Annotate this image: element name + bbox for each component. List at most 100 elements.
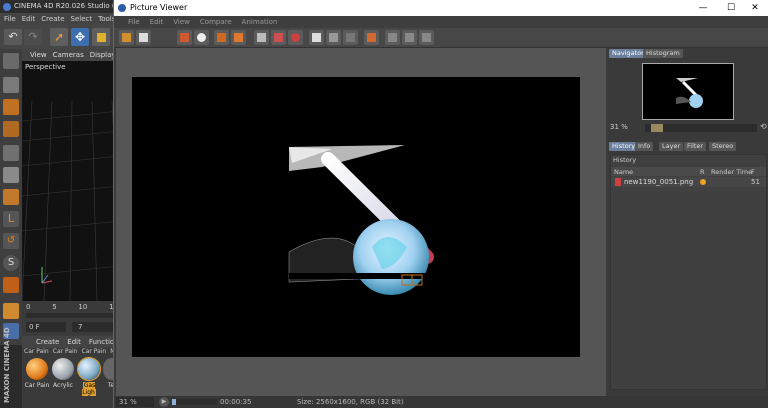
undo-icon[interactable]: ↶ bbox=[4, 29, 22, 45]
c4d-menu-create[interactable]: Create bbox=[41, 13, 64, 25]
render-region-icon[interactable] bbox=[177, 30, 192, 45]
material-menu-create[interactable]: Create bbox=[36, 336, 59, 348]
move-tool-icon[interactable]: ✥ bbox=[71, 28, 89, 46]
layout-icon[interactable] bbox=[419, 30, 434, 45]
open-icon[interactable] bbox=[119, 30, 134, 45]
col-render-time: Render Time bbox=[711, 168, 753, 176]
tab-filter[interactable]: Filter bbox=[684, 142, 707, 151]
checker-icon[interactable] bbox=[3, 121, 19, 137]
material-gas-light[interactable]: Gas Ligh bbox=[76, 357, 102, 396]
col-name: Name bbox=[614, 168, 634, 176]
playback-handle[interactable] bbox=[172, 399, 176, 405]
pv-status-bar: 31 % ▶ 00:00:35 Size: 2560x1600, RGB (32… bbox=[114, 396, 768, 408]
c4d-app-icon bbox=[3, 3, 11, 11]
picture-viewer-window: Picture Viewer — ☐ ✕ File Edit View Comp… bbox=[113, 0, 768, 408]
history-row[interactable]: new1190_0051.png 51 bbox=[611, 177, 766, 187]
pv-menu-file[interactable]: File bbox=[128, 16, 140, 28]
scale-tool-icon[interactable] bbox=[92, 28, 110, 46]
status-zoom-field[interactable]: 31 % bbox=[116, 397, 154, 407]
edge-mode-icon[interactable] bbox=[3, 167, 19, 183]
tab-navigator[interactable]: Navigator bbox=[609, 49, 647, 58]
c4d-menu-edit[interactable]: Edit bbox=[22, 13, 36, 25]
timeline[interactable]: 0 5 10 15 0 F 7 bbox=[22, 301, 120, 335]
image-canvas[interactable] bbox=[116, 48, 606, 396]
c4d-menu-file[interactable]: File bbox=[4, 13, 16, 25]
render-content bbox=[288, 145, 434, 295]
navigator-thumbnail[interactable] bbox=[642, 63, 734, 120]
material-preview bbox=[26, 358, 48, 380]
timeline-ruler: 0 5 10 15 bbox=[26, 303, 118, 313]
pv-menu-bar: File Edit View Compare Animation bbox=[114, 16, 768, 28]
tab-layer[interactable]: Layer bbox=[659, 142, 684, 151]
display-mode-icon[interactable] bbox=[309, 30, 324, 45]
snap-icon[interactable]: S bbox=[3, 255, 19, 271]
c4d-left-toolbar: L ↺ S bbox=[0, 49, 22, 345]
swap-icon[interactable] bbox=[271, 30, 286, 45]
ab-icon[interactable] bbox=[326, 30, 341, 45]
texture-mode-icon[interactable] bbox=[3, 99, 19, 115]
cube-mode-icon[interactable] bbox=[3, 77, 19, 93]
pv-menu-compare[interactable]: Compare bbox=[200, 16, 232, 28]
tab-info[interactable]: Info bbox=[635, 142, 654, 151]
material-tab[interactable]: Car Pain bbox=[82, 348, 107, 356]
tab-stereo[interactable]: Stereo bbox=[709, 142, 737, 151]
nav-zoom-reset-icon[interactable]: ⟲ bbox=[760, 122, 767, 131]
history-row-name: new1190_0051.png bbox=[624, 178, 694, 186]
viewport-menu-cameras[interactable]: Cameras bbox=[53, 49, 84, 61]
material-tab[interactable]: Car Pain bbox=[24, 348, 49, 356]
pv-title: Picture Viewer bbox=[130, 3, 188, 12]
navigator-preview bbox=[676, 78, 703, 108]
material-menu-edit[interactable]: Edit bbox=[67, 336, 81, 348]
timeline-tick: 10 bbox=[78, 303, 88, 311]
magnet-icon[interactable] bbox=[3, 277, 19, 293]
workplane-icon[interactable] bbox=[3, 303, 19, 319]
material-tab[interactable]: Car Pain bbox=[53, 348, 78, 356]
ab-b-icon[interactable] bbox=[364, 30, 379, 45]
frame-field[interactable]: 0 F bbox=[26, 322, 66, 332]
polygon-mode-icon[interactable] bbox=[3, 189, 19, 205]
copy-icon[interactable] bbox=[231, 30, 246, 45]
navigator-zoom: 31 % ⟲ bbox=[610, 122, 767, 133]
nav-zoom-handle[interactable] bbox=[651, 124, 663, 132]
split-view-icon[interactable] bbox=[402, 30, 417, 45]
redo-icon[interactable]: ↷ bbox=[24, 29, 42, 45]
col-f: F bbox=[751, 168, 755, 176]
history-row-frame: 51 bbox=[751, 178, 760, 186]
timeline-tick: 5 bbox=[52, 303, 57, 311]
tweak-icon[interactable]: ↺ bbox=[3, 233, 19, 249]
pv-menu-animation[interactable]: Animation bbox=[242, 16, 278, 28]
axis-icon[interactable]: L bbox=[3, 211, 19, 227]
save-icon[interactable] bbox=[136, 30, 151, 45]
pv-side-panel: Navigator Histogram 31 % ⟲ History Info … bbox=[607, 48, 768, 396]
point-mode-icon[interactable] bbox=[3, 145, 19, 161]
refresh-icon[interactable] bbox=[288, 30, 303, 45]
play-icon[interactable]: ▶ bbox=[159, 397, 169, 407]
close-button[interactable]: ✕ bbox=[741, 0, 768, 16]
select-tool-icon[interactable]: ➚ bbox=[50, 28, 68, 46]
playback-slider[interactable] bbox=[172, 399, 217, 405]
grid-view-icon[interactable] bbox=[385, 30, 400, 45]
tab-histogram[interactable]: Histogram bbox=[643, 49, 683, 58]
make-editable-icon[interactable] bbox=[3, 53, 19, 69]
render-icon[interactable] bbox=[194, 30, 209, 45]
perspective-viewport[interactable]: Perspective bbox=[22, 61, 120, 301]
tab-history[interactable]: History bbox=[609, 142, 639, 151]
ab-a-icon[interactable] bbox=[343, 30, 358, 45]
pv-menu-edit[interactable]: Edit bbox=[150, 16, 164, 28]
material-acrylic[interactable]: Acrylic bbox=[50, 358, 76, 389]
c4d-command-bar: ↶ ↷ ➚ ✥ bbox=[0, 25, 120, 49]
ab-compare-icon[interactable] bbox=[254, 30, 269, 45]
frame-field-end[interactable]: 7 bbox=[72, 322, 118, 332]
viewport-menu: View Cameras Display bbox=[22, 49, 120, 61]
viewport-menu-view[interactable]: View bbox=[30, 49, 47, 61]
c4d-menu-select[interactable]: Select bbox=[71, 13, 93, 25]
stop-icon[interactable] bbox=[214, 30, 229, 45]
col-r: R bbox=[700, 168, 705, 176]
frame-field-value: 0 F bbox=[29, 323, 40, 331]
minimize-button[interactable]: — bbox=[689, 0, 717, 16]
material-car-paint[interactable]: Car Pain bbox=[24, 358, 50, 389]
nav-zoom-slider[interactable] bbox=[645, 124, 757, 132]
pv-menu-view[interactable]: View bbox=[173, 16, 190, 28]
viewport-menu-display[interactable]: Display bbox=[90, 49, 116, 61]
timeline-tick: 0 bbox=[26, 303, 31, 311]
